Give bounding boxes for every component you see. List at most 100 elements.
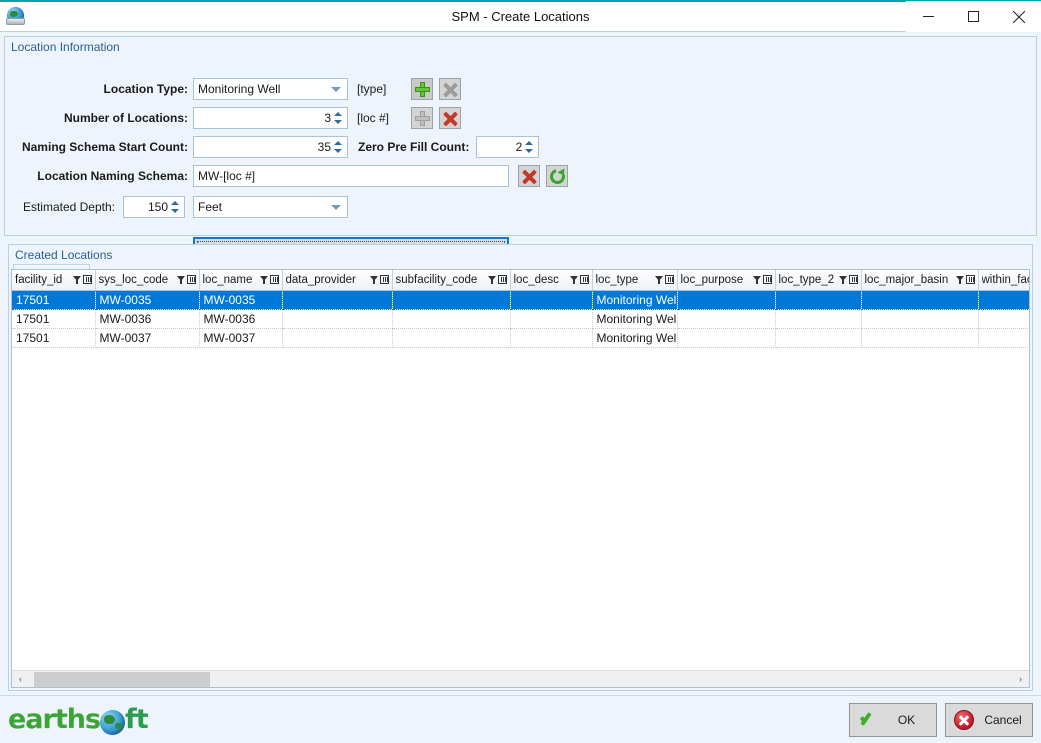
number-of-locations-stepper[interactable]: 3: [193, 107, 348, 129]
table-cell-loc_type[interactable]: Monitoring Well: [592, 290, 677, 309]
column-chooser-icon[interactable]: [665, 275, 674, 284]
location-type-dropdown[interactable]: Monitoring Well: [193, 78, 348, 100]
table-cell-loc_desc[interactable]: [510, 290, 592, 309]
table-cell-facility_id[interactable]: 17501: [12, 328, 95, 347]
add-location-type-button[interactable]: [411, 78, 433, 100]
clear-naming-schema-button[interactable]: [518, 165, 540, 187]
filter-icon[interactable]: [370, 275, 379, 284]
refresh-naming-schema-button[interactable]: [546, 165, 568, 187]
table-row[interactable]: 17501MW-0036MW-0036Monitoring Well: [12, 309, 1029, 328]
cancel-button[interactable]: Cancel: [945, 703, 1033, 737]
table-cell-facility_id[interactable]: 17501: [12, 290, 95, 309]
table-row[interactable]: 17501MW-0037MW-0037Monitoring Well: [12, 328, 1029, 347]
column-chooser-icon[interactable]: [380, 275, 389, 284]
column-header-loc_name[interactable]: loc_name: [199, 270, 282, 290]
column-header-within_facility_yn[interactable]: within_facility_yn: [978, 270, 1029, 290]
table-cell-loc_major_basin[interactable]: [861, 290, 978, 309]
filter-icon[interactable]: [655, 275, 664, 284]
column-chooser-icon[interactable]: [580, 275, 589, 284]
column-chooser-icon[interactable]: [270, 275, 279, 284]
table-cell-facility_id[interactable]: 17501: [12, 309, 95, 328]
depth-unit-dropdown[interactable]: Feet: [193, 196, 348, 218]
table-cell-subfacility_code[interactable]: [392, 328, 510, 347]
scroll-left-icon[interactable]: ‹: [12, 671, 29, 688]
filter-icon[interactable]: [260, 275, 269, 284]
stepper-up-icon[interactable]: [334, 141, 342, 145]
table-cell-loc_major_basin[interactable]: [861, 309, 978, 328]
table-cell-loc_type[interactable]: Monitoring Well: [592, 309, 677, 328]
table-cell-loc_desc[interactable]: [510, 309, 592, 328]
table-cell-loc_type_2[interactable]: [775, 328, 861, 347]
column-chooser-icon[interactable]: [966, 275, 975, 284]
column-chooser-icon[interactable]: [763, 275, 772, 284]
table-cell-sys_loc_code[interactable]: MW-0035: [95, 290, 199, 309]
table-cell-data_provider[interactable]: [282, 328, 392, 347]
delete-loc-number-button[interactable]: [439, 107, 461, 129]
scroll-track[interactable]: [29, 671, 1012, 687]
column-header-loc_purpose[interactable]: loc_purpose: [677, 270, 775, 290]
table-cell-loc_name[interactable]: MW-0035: [199, 290, 282, 309]
naming-schema-start-count-stepper[interactable]: 35: [193, 136, 348, 158]
table-cell-data_provider[interactable]: [282, 309, 392, 328]
table-cell-sys_loc_code[interactable]: MW-0036: [95, 309, 199, 328]
column-header-loc_type[interactable]: loc_type: [592, 270, 677, 290]
earthsoft-logo: earths ft: [8, 704, 148, 735]
scroll-thumb[interactable]: [34, 672, 210, 687]
maximize-icon[interactable]: [951, 1, 996, 32]
minimize-icon[interactable]: [906, 1, 951, 32]
column-header-loc_major_basin[interactable]: loc_major_basin: [861, 270, 978, 290]
close-icon[interactable]: [996, 1, 1041, 32]
table-cell-loc_purpose[interactable]: [677, 290, 775, 309]
table-cell-loc_major_basin[interactable]: [861, 328, 978, 347]
table-cell-loc_purpose[interactable]: [677, 328, 775, 347]
ok-button[interactable]: OK: [849, 703, 937, 737]
stepper-down-icon[interactable]: [334, 149, 342, 153]
scroll-right-icon[interactable]: ›: [1012, 671, 1029, 688]
stepper-up-icon[interactable]: [334, 112, 342, 116]
zero-pre-fill-count-stepper[interactable]: 2: [476, 136, 539, 158]
stepper-up-icon[interactable]: [171, 201, 179, 205]
location-naming-schema-input[interactable]: MW-[loc #]: [193, 165, 509, 187]
table-cell-loc_type_2[interactable]: [775, 309, 861, 328]
table-cell-subfacility_code[interactable]: [392, 290, 510, 309]
table-cell-loc_name[interactable]: MW-0037: [199, 328, 282, 347]
stepper-down-icon[interactable]: [525, 149, 533, 153]
add-loc-number-button[interactable]: [411, 107, 433, 129]
filter-icon[interactable]: [839, 275, 848, 284]
table-cell-sys_loc_code[interactable]: MW-0037: [95, 328, 199, 347]
column-header-subfacility_code[interactable]: subfacility_code: [392, 270, 510, 290]
table-cell-within_facility_yn[interactable]: [978, 309, 1029, 328]
table-cell-loc_type_2[interactable]: [775, 290, 861, 309]
column-chooser-icon[interactable]: [187, 275, 196, 284]
horizontal-scrollbar[interactable]: ‹ ›: [12, 670, 1029, 687]
table-cell-loc_desc[interactable]: [510, 328, 592, 347]
location-type-value: Monitoring Well: [198, 82, 280, 96]
filter-icon[interactable]: [570, 275, 579, 284]
filter-icon[interactable]: [956, 275, 965, 284]
stepper-down-icon[interactable]: [171, 209, 179, 213]
table-cell-subfacility_code[interactable]: [392, 309, 510, 328]
table-cell-data_provider[interactable]: [282, 290, 392, 309]
column-chooser-icon[interactable]: [849, 275, 858, 284]
column-header-loc_type_2[interactable]: loc_type_2: [775, 270, 861, 290]
filter-icon[interactable]: [177, 275, 186, 284]
column-header-facility_id[interactable]: facility_id: [12, 270, 95, 290]
table-row[interactable]: 17501MW-0035MW-0035Monitoring Well: [12, 290, 1029, 309]
estimated-depth-stepper[interactable]: 150: [123, 196, 185, 218]
table-cell-within_facility_yn[interactable]: [978, 328, 1029, 347]
delete-location-type-button[interactable]: [439, 78, 461, 100]
column-chooser-icon[interactable]: [498, 275, 507, 284]
table-cell-within_facility_yn[interactable]: [978, 290, 1029, 309]
column-header-loc_desc[interactable]: loc_desc: [510, 270, 592, 290]
table-cell-loc_name[interactable]: MW-0036: [199, 309, 282, 328]
stepper-down-icon[interactable]: [334, 120, 342, 124]
stepper-up-icon[interactable]: [525, 141, 533, 145]
column-header-data_provider[interactable]: data_provider: [282, 270, 392, 290]
column-chooser-icon[interactable]: [83, 275, 92, 284]
filter-icon[interactable]: [73, 275, 82, 284]
filter-icon[interactable]: [753, 275, 762, 284]
table-cell-loc_purpose[interactable]: [677, 309, 775, 328]
column-header-sys_loc_code[interactable]: sys_loc_code: [95, 270, 199, 290]
filter-icon[interactable]: [488, 275, 497, 284]
table-cell-loc_type[interactable]: Monitoring Well: [592, 328, 677, 347]
